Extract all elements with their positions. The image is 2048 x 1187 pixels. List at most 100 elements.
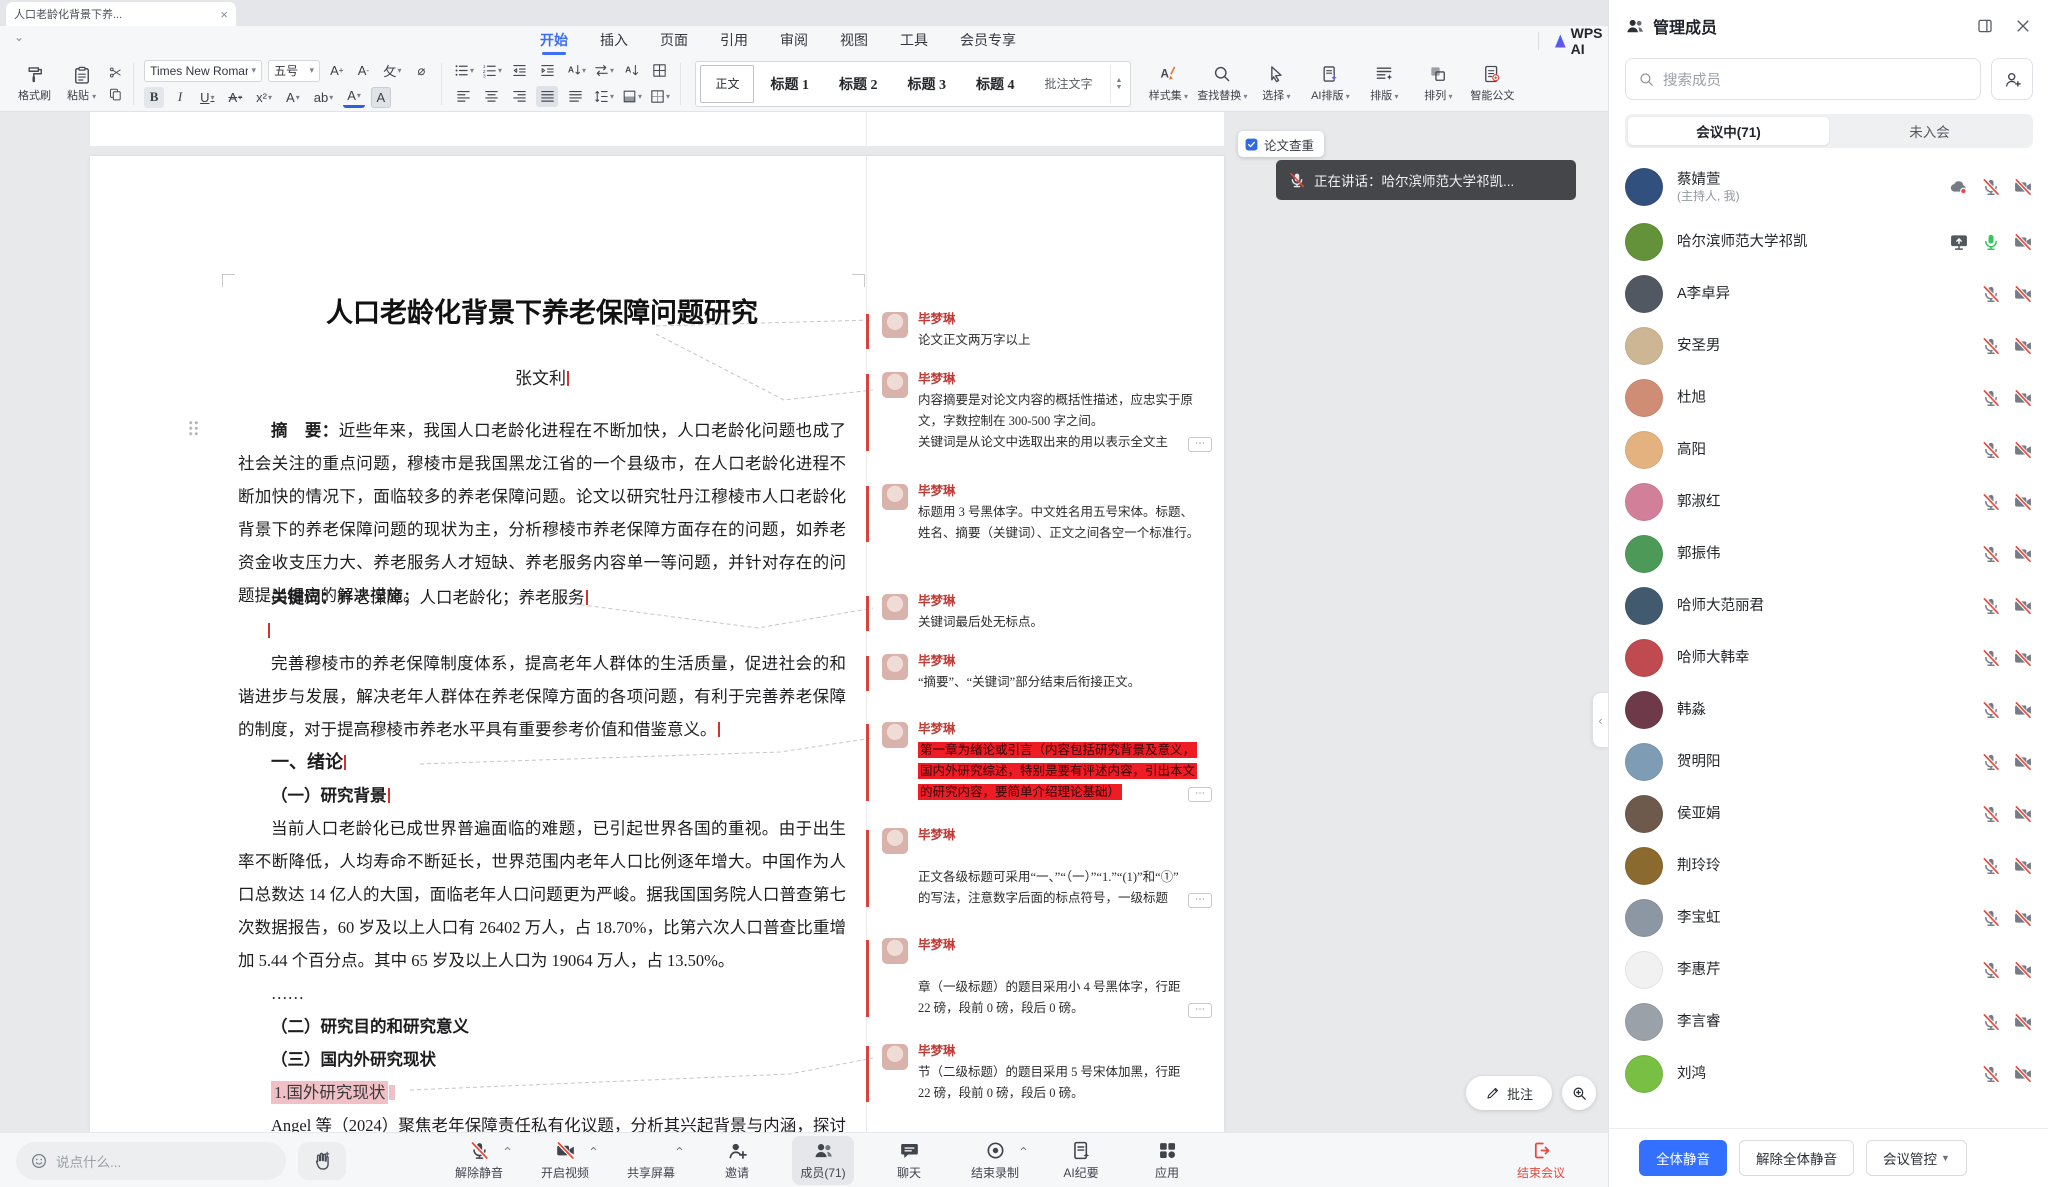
panel-tab-未入会[interactable]: 未入会 [1829, 117, 2030, 145]
style-item-4[interactable]: 标题 3 [893, 65, 960, 103]
bullet-list-icon[interactable]: ▾ [452, 60, 474, 81]
style-item-3[interactable]: 标题 2 [825, 65, 892, 103]
collapse-ribbon-icon[interactable]: ⌄ [14, 30, 24, 44]
style-item-5[interactable]: 标题 4 [962, 65, 1029, 103]
cam-off-icon[interactable] [2013, 544, 2033, 564]
char-shading-icon[interactable]: A [371, 87, 391, 108]
mic-off-icon[interactable] [1981, 648, 2001, 668]
cut-icon[interactable] [108, 65, 123, 80]
member-row[interactable]: 荆玲玲 [1609, 840, 2048, 892]
tool-智能公文[interactable]: 智能公文 [1465, 64, 1519, 103]
cam-off-icon[interactable] [2013, 908, 2033, 928]
align-left-icon[interactable] [452, 86, 474, 107]
cam-off-icon[interactable] [2013, 388, 2033, 408]
chat-message-input[interactable]: 说点什么... [16, 1142, 286, 1180]
tab-wps-ai[interactable]: WPS AI [1538, 32, 1608, 50]
meeting-control-聊天[interactable]: 聊天 [878, 1136, 940, 1185]
meeting-control-解除静音[interactable]: 解除静音 [448, 1136, 510, 1185]
member-row[interactable]: 李言睿 [1609, 996, 2048, 1048]
font-size-select[interactable]: 五号▾ [268, 60, 320, 82]
sort-icon[interactable]: A [620, 60, 642, 81]
close-tab-icon[interactable]: × [220, 7, 228, 22]
outdent-icon[interactable] [508, 60, 530, 81]
highlight-icon[interactable]: ab▾ [310, 87, 337, 108]
ribbon-tab-引用[interactable]: 引用 [720, 26, 748, 56]
comment-card[interactable]: 毕梦琳关键词最后处无标点。 [882, 594, 1212, 633]
paste-button[interactable]: 粘贴 ▾ [63, 63, 100, 105]
text-effects-icon[interactable]: 攵▾ [379, 60, 405, 81]
member-row[interactable]: 侯亚娟 [1609, 788, 2048, 840]
mic-off-icon[interactable] [1981, 388, 2001, 408]
annotate-button[interactable]: 批注 [1466, 1076, 1552, 1110]
mic-off-icon[interactable] [1981, 1064, 2001, 1084]
align-right-icon[interactable] [508, 86, 530, 107]
member-row[interactable]: 郭淑红 [1609, 476, 2048, 528]
meeting-control-成员(71)[interactable]: 成员(71) [792, 1136, 854, 1185]
mic-off-icon[interactable] [1981, 1012, 2001, 1032]
end-meeting-button[interactable]: 结束会议 [1506, 1133, 1576, 1187]
table-grid-icon[interactable] [648, 60, 670, 81]
mic-off-icon[interactable] [1981, 177, 2001, 197]
ribbon-tab-工具[interactable]: 工具 [900, 26, 928, 56]
bold-icon[interactable]: B [144, 87, 164, 108]
cam-off-icon[interactable] [2013, 856, 2033, 876]
cam-off-icon[interactable] [2013, 232, 2033, 252]
meeting-control-AI纪要[interactable]: AI纪要 [1050, 1136, 1112, 1185]
font-family-select[interactable]: Times New Romar▾ [144, 60, 262, 82]
font-color-icon[interactable]: A▾ [343, 87, 365, 108]
clear-format-icon[interactable]: ⌀ [411, 60, 431, 81]
numbered-list-icon[interactable]: 123▾ [480, 60, 502, 81]
paper-check-button[interactable]: 论文查重 [1238, 131, 1324, 157]
document-tab[interactable]: 人口老龄化背景下养... × [6, 2, 236, 26]
document-page[interactable]: 人口老龄化背景下养老保障问题研究张文利摘 要：近些年来，我国人口老龄化进程在不断… [90, 156, 1224, 1132]
cam-off-icon[interactable] [2013, 804, 2033, 824]
cam-off-icon[interactable] [2013, 177, 2033, 197]
member-row[interactable]: 哈师大范丽君 [1609, 580, 2048, 632]
comment-card[interactable]: 毕梦琳标题用 3 号黑体字。中文姓名用五号宋体。标题、姓名、摘要（关键词）、正文… [882, 484, 1212, 544]
chevron-up-icon[interactable] [589, 1144, 598, 1153]
ribbon-tab-插入[interactable]: 插入 [600, 26, 628, 56]
comment-more-button[interactable]: ⋯ [1188, 437, 1212, 452]
member-row[interactable]: 贺明阳 [1609, 736, 2048, 788]
popout-panel-icon[interactable] [1976, 17, 1994, 35]
cam-off-icon[interactable] [2013, 700, 2033, 720]
cam-off-icon[interactable] [2013, 336, 2033, 356]
comment-card[interactable]: 毕梦琳论文正文两万字以上 [882, 312, 1212, 351]
cam-off-icon[interactable] [2013, 960, 2033, 980]
comment-card[interactable]: 毕梦琳正文各级标题可采用“一、”“（一）”“1.”“(1)”和“①”的写法，注意… [882, 828, 1212, 909]
tool-选择[interactable]: 选择 ▾ [1249, 64, 1303, 103]
text-direction-icon[interactable]: A▾ [564, 60, 586, 81]
style-item-6[interactable]: 批注文字 [1030, 65, 1106, 103]
comment-more-button[interactable]: ⋯ [1188, 893, 1212, 908]
cam-off-icon[interactable] [2013, 284, 2033, 304]
copy-icon[interactable] [108, 87, 123, 102]
mic-off-icon[interactable] [1981, 336, 2001, 356]
mic-off-icon[interactable] [1981, 960, 2001, 980]
cam-off-icon[interactable] [2013, 648, 2033, 668]
comment-card[interactable]: 毕梦琳第一章为绪论或引言（内容包括研究背景及意义，国内外研究综述，特别是要有评述… [882, 722, 1212, 803]
paragraph-drag-handle-icon[interactable] [188, 420, 199, 437]
style-gallery-scroll[interactable]: ▲▼ [1110, 65, 1126, 103]
cam-off-icon[interactable] [2013, 596, 2033, 616]
ribbon-tab-开始[interactable]: 开始 [540, 26, 568, 56]
align-justify-icon[interactable] [536, 86, 558, 107]
style-item-2[interactable]: 标题 1 [756, 65, 823, 103]
ribbon-tab-页面[interactable]: 页面 [660, 26, 688, 56]
member-row[interactable]: A李卓异 [1609, 268, 2048, 320]
footer-button-会议管控[interactable]: 会议管控▼ [1866, 1140, 1967, 1176]
member-row[interactable]: 杜旭 [1609, 372, 2048, 424]
footer-button-全体静音[interactable]: 全体静音 [1639, 1140, 1727, 1176]
style-item-1[interactable]: 正文 [700, 65, 754, 103]
shading-icon[interactable]: ▾ [620, 86, 642, 107]
screen-share-icon[interactable] [1949, 232, 1969, 252]
align-center-icon[interactable] [480, 86, 502, 107]
mic-off-icon[interactable] [1981, 908, 2001, 928]
borders-icon[interactable]: ▾ [648, 86, 670, 107]
meeting-control-应用[interactable]: 应用 [1136, 1136, 1198, 1185]
comment-card[interactable]: 毕梦琳内容摘要是对论文内容的概括性描述，应忠实于原文，字数控制在 300-500… [882, 372, 1212, 453]
comment-more-button[interactable]: ⋯ [1188, 1003, 1212, 1018]
format-painter-button[interactable]: 格式刷 [14, 63, 55, 105]
comment-card[interactable]: 毕梦琳章（一级标题）的题目采用小 4 号黑体字，行距22 磅，段前 0 磅，段后… [882, 938, 1212, 1019]
decrease-font-icon[interactable]: A- [353, 60, 373, 81]
mic-off-icon[interactable] [1981, 700, 2001, 720]
